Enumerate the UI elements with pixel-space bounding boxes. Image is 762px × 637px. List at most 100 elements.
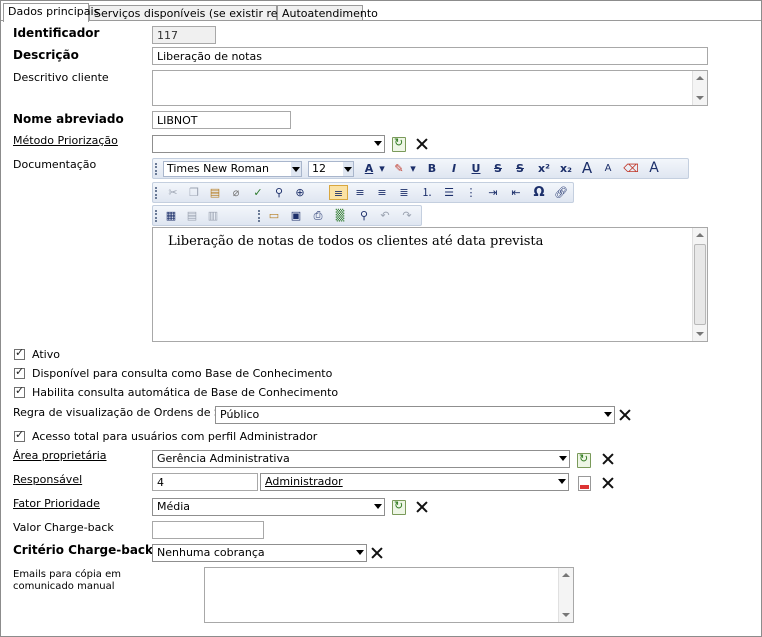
clear-format-icon[interactable]: ⌫ — [623, 161, 639, 176]
ordered-list-icon[interactable]: ⒈ — [419, 185, 435, 200]
superscript-icon[interactable]: x² — [535, 161, 553, 176]
metodo-priorizacao-select[interactable] — [152, 135, 385, 153]
documentacao-content: Liberação de notas de todos os clientes … — [168, 234, 544, 249]
report-icon[interactable] — [578, 476, 591, 491]
editor-toolbar-file: ▦ ▤ ▥ ▭ ▣ ⎙ ▒ ⚲ ↶ ↷ — [152, 205, 422, 226]
italic-icon[interactable]: I — [447, 161, 461, 176]
table-icon[interactable]: ▦ — [163, 208, 179, 223]
editor-toolbar-format: Times New Roman 12 A ▾ ✎ ▾ B I U S S x² … — [152, 158, 689, 179]
paste-icon[interactable]: ▤ — [207, 185, 223, 200]
acesso-admin-label: Acesso total para usuários com perfil Ad… — [32, 430, 318, 443]
zoom-icon[interactable]: ⊕ — [292, 185, 308, 200]
link-icon[interactable]: 🔗︎ — [553, 185, 569, 200]
outdent-icon[interactable]: ⇤ — [508, 185, 524, 200]
area-proprietaria-select[interactable]: Gerência Administrativa — [152, 450, 570, 468]
criterio-chargeback-select[interactable]: Nenhuma cobrança — [152, 544, 367, 562]
highlight-dropdown[interactable]: ▾ — [409, 161, 417, 176]
tab-autoatendimento[interactable]: Autoatendimento — [277, 5, 378, 21]
open-folder-icon[interactable]: ▭ — [266, 208, 282, 223]
toolbar-grip[interactable] — [155, 163, 159, 175]
valor-chargeback-label: Valor Charge-back — [13, 521, 114, 534]
refresh-icon[interactable] — [392, 499, 406, 515]
underline-icon[interactable]: U — [469, 161, 483, 176]
align-right-icon[interactable]: ≡ — [374, 185, 390, 200]
clear-icon[interactable] — [601, 452, 615, 466]
refresh-icon[interactable] — [577, 452, 591, 468]
find-icon[interactable]: ⚲ — [271, 185, 287, 200]
toolbar-grip[interactable] — [155, 187, 159, 199]
fator-prioridade-select[interactable]: Média — [152, 498, 385, 516]
clear-icon[interactable] — [415, 137, 429, 151]
clear-icon[interactable] — [415, 500, 429, 514]
multilevel-list-icon[interactable]: ⋮ — [463, 185, 479, 200]
area-proprietaria-label[interactable]: Área proprietária — [13, 449, 107, 462]
align-center-icon[interactable]: ≡ — [352, 185, 368, 200]
consulta-automatica-label: Habilita consulta automática de Base de … — [32, 386, 339, 399]
descritivo-cliente-textarea[interactable] — [152, 70, 708, 106]
font-name-value: Times New Roman — [167, 162, 269, 175]
redo-icon[interactable]: ↷ — [399, 208, 415, 223]
valor-chargeback-input[interactable] — [152, 521, 264, 539]
consulta-automatica-checkbox[interactable] — [14, 384, 25, 398]
responsavel-select[interactable]: Administrador — [260, 473, 569, 491]
toolbar-grip[interactable] — [258, 210, 262, 222]
editor-scrollbar[interactable] — [692, 228, 707, 341]
base-conhecimento-checkbox[interactable] — [14, 365, 25, 379]
emails-copia-label: Emails para cópia em — [13, 569, 121, 580]
ativo-checkbox[interactable] — [14, 346, 25, 360]
eraser-icon[interactable]: ⌀ — [228, 185, 244, 200]
shrink-font-icon[interactable]: A — [601, 161, 615, 176]
clear-icon[interactable] — [618, 408, 632, 422]
document-search-icon[interactable]: ⚲ — [356, 208, 372, 223]
subscript-icon[interactable]: x₂ — [557, 161, 575, 176]
emails-scrollbar[interactable] — [558, 568, 573, 622]
descritivo-scrollbar[interactable] — [692, 71, 707, 105]
highlight-icon[interactable]: ✎ — [389, 161, 409, 176]
font-size-select[interactable]: 12 — [308, 161, 354, 177]
tab-divider — [1, 20, 761, 21]
tab-dados-principais[interactable]: Dados principais — [3, 3, 99, 22]
copy-icon[interactable]: ❐ — [186, 185, 202, 200]
align-left-icon[interactable]: ≡ — [329, 185, 348, 200]
justify-icon[interactable]: ≣ — [396, 185, 412, 200]
font-style-icon[interactable]: A — [646, 161, 662, 176]
cut-icon[interactable]: ✂ — [165, 185, 181, 200]
print-icon[interactable]: ⎙ — [310, 208, 326, 223]
toolbar-grip[interactable] — [155, 210, 159, 222]
grow-font-icon[interactable]: A — [579, 161, 595, 176]
responsavel-code-input[interactable]: 4 — [152, 473, 258, 491]
bold-icon[interactable]: B — [425, 161, 439, 176]
descricao-input[interactable]: Liberação de notas — [152, 47, 708, 65]
font-color-icon[interactable]: A — [362, 161, 376, 176]
indent-icon[interactable]: ⇥ — [485, 185, 501, 200]
nome-abreviado-input[interactable]: LIBNOT — [152, 111, 291, 129]
refresh-icon[interactable] — [392, 136, 406, 152]
identificador-label: Identificador — [13, 26, 100, 40]
unordered-list-icon[interactable]: ☰ — [441, 185, 457, 200]
emails-copia-textarea[interactable] — [204, 567, 574, 623]
strikethrough-icon[interactable]: S — [491, 161, 505, 176]
omega-icon[interactable]: Ω — [531, 185, 547, 200]
acesso-admin-checkbox[interactable] — [14, 428, 25, 442]
save-icon[interactable]: ▣ — [288, 208, 304, 223]
responsavel-label[interactable]: Responsável — [13, 473, 82, 486]
font-name-select[interactable]: Times New Roman — [163, 161, 302, 177]
regra-visualizacao-value: Público — [220, 408, 260, 421]
metodo-priorizacao-label[interactable]: Método Priorização — [13, 134, 118, 147]
documentacao-editor[interactable]: Liberação de notas de todos os clientes … — [152, 227, 708, 342]
insert-row-icon[interactable]: ▤ — [184, 208, 200, 223]
tab-servicos-disponiveis[interactable]: Serviços disponíveis (se existir restriç… — [89, 5, 319, 21]
editor-scroll-thumb[interactable] — [694, 244, 706, 325]
clear-icon[interactable] — [370, 546, 384, 560]
regra-visualizacao-select[interactable]: Público — [215, 406, 615, 424]
identificador-field: 117 — [152, 26, 216, 44]
double-strikethrough-icon[interactable]: S — [513, 161, 527, 176]
delete-row-icon[interactable]: ▥ — [205, 208, 221, 223]
clear-icon[interactable] — [601, 476, 615, 490]
base-conhecimento-label: Disponível para consulta como Base de Co… — [32, 367, 333, 380]
font-color-dropdown[interactable]: ▾ — [378, 161, 386, 176]
fator-prioridade-label[interactable]: Fator Prioridade — [13, 497, 100, 510]
undo-icon[interactable]: ↶ — [377, 208, 393, 223]
spellcheck-icon[interactable]: ✓ — [249, 185, 267, 200]
print-preview-icon[interactable]: ▒ — [332, 208, 348, 223]
